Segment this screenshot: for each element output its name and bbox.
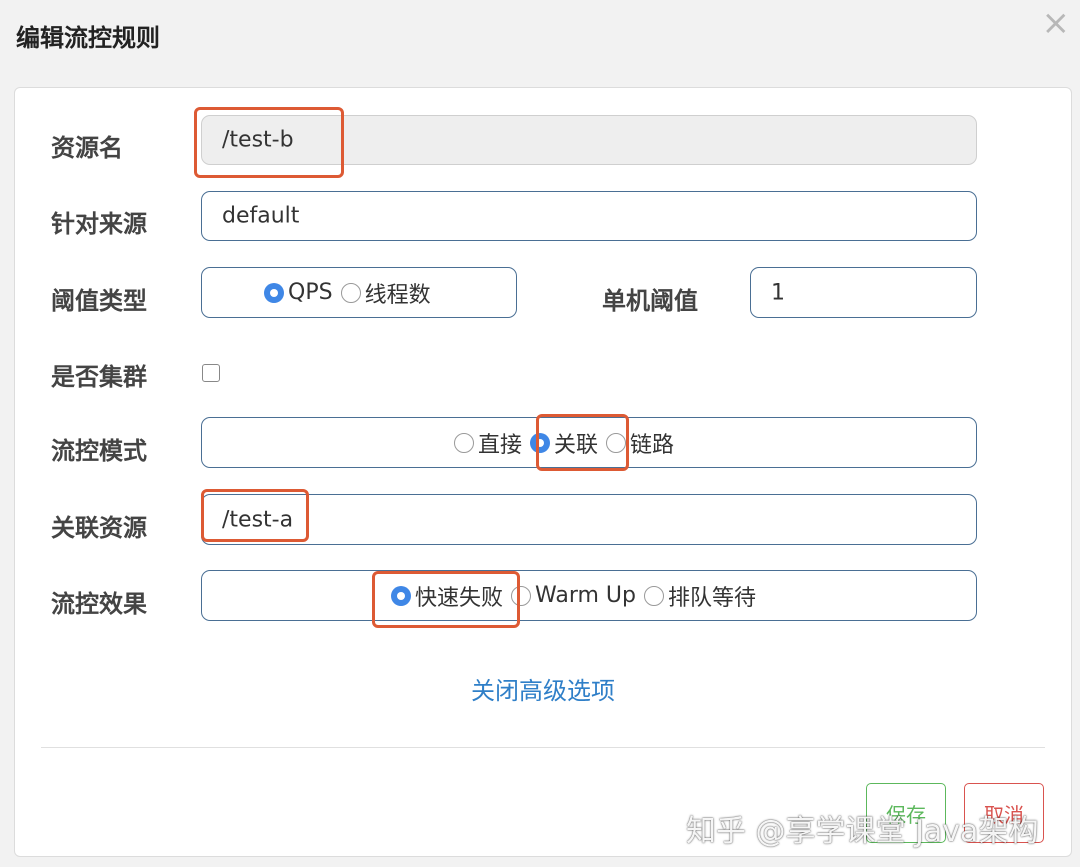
radio-related[interactable]: 关联: [530, 427, 598, 459]
radio-threads-label: 线程数: [364, 282, 431, 308]
footer-divider: [41, 747, 1045, 748]
radio-warm-up-label: Warm Up: [535, 583, 636, 608]
source-input[interactable]: default: [201, 191, 977, 241]
radio-queue-label: 排队等待: [668, 585, 757, 611]
form-panel: 资源名 /test-b 针对来源 default 阈值类型 QPS 线程数 单机…: [14, 87, 1072, 857]
resource-label: 资源名: [51, 134, 123, 162]
radio-queue[interactable]: 排队等待: [644, 580, 756, 612]
radio-unchecked-icon: [454, 432, 474, 453]
single-threshold-label: 单机阈值: [602, 287, 698, 315]
save-button[interactable]: 保存: [866, 783, 946, 843]
radio-chain-label: 链路: [630, 432, 675, 458]
radio-checked-icon: [391, 585, 411, 606]
related-resource-input[interactable]: /test-a: [201, 494, 977, 545]
threshold-type-radios: QPS 线程数: [264, 268, 431, 317]
radio-chain[interactable]: 链路: [606, 427, 674, 459]
radio-warm-up[interactable]: Warm Up: [511, 583, 636, 608]
resource-value: /test-b: [222, 127, 294, 153]
radio-threads[interactable]: 线程数: [340, 277, 431, 309]
cluster-label: 是否集群: [51, 363, 147, 391]
close-icon[interactable]: ×: [1042, 6, 1071, 40]
related-resource-label: 关联资源: [51, 514, 147, 542]
mode-label: 流控模式: [51, 437, 147, 465]
mode-radios: 直接 关联 链路: [454, 418, 674, 467]
radio-unchecked-icon: [644, 585, 664, 606]
threshold-type-label: 阈值类型: [51, 287, 147, 315]
single-threshold-input[interactable]: 1: [750, 267, 977, 318]
source-value: default: [222, 203, 300, 229]
radio-qps[interactable]: QPS: [264, 280, 333, 305]
source-label: 针对来源: [51, 210, 147, 238]
single-threshold-value: 1: [771, 280, 785, 305]
radio-unchecked-icon: [340, 282, 361, 303]
radio-unchecked-icon: [606, 432, 627, 453]
related-resource-value: /test-a: [222, 507, 294, 532]
effect-radios: 快速失败 Warm Up 排队等待: [391, 571, 756, 620]
toggle-advanced-link[interactable]: 关闭高级选项: [15, 671, 1071, 706]
threshold-type-group: QPS 线程数: [201, 267, 517, 318]
radio-checked-icon: [264, 282, 284, 303]
radio-fast-fail-label: 快速失败: [415, 585, 504, 611]
dialog-title: 编辑流控规则: [16, 24, 160, 52]
radio-related-label: 关联: [554, 432, 599, 458]
cancel-button[interactable]: 取消: [964, 783, 1044, 843]
cluster-checkbox[interactable]: [202, 364, 220, 382]
resource-field: /test-b: [201, 115, 977, 165]
radio-direct-label: 直接: [478, 432, 523, 458]
radio-fast-fail[interactable]: 快速失败: [391, 580, 503, 612]
radio-qps-label: QPS: [288, 280, 333, 305]
mode-group: 直接 关联 链路: [201, 417, 977, 468]
radio-direct[interactable]: 直接: [454, 427, 522, 459]
effect-label: 流控效果: [51, 590, 147, 618]
effect-group: 快速失败 Warm Up 排队等待: [201, 570, 977, 621]
radio-unchecked-icon: [511, 585, 532, 606]
radio-checked-icon: [530, 432, 551, 453]
